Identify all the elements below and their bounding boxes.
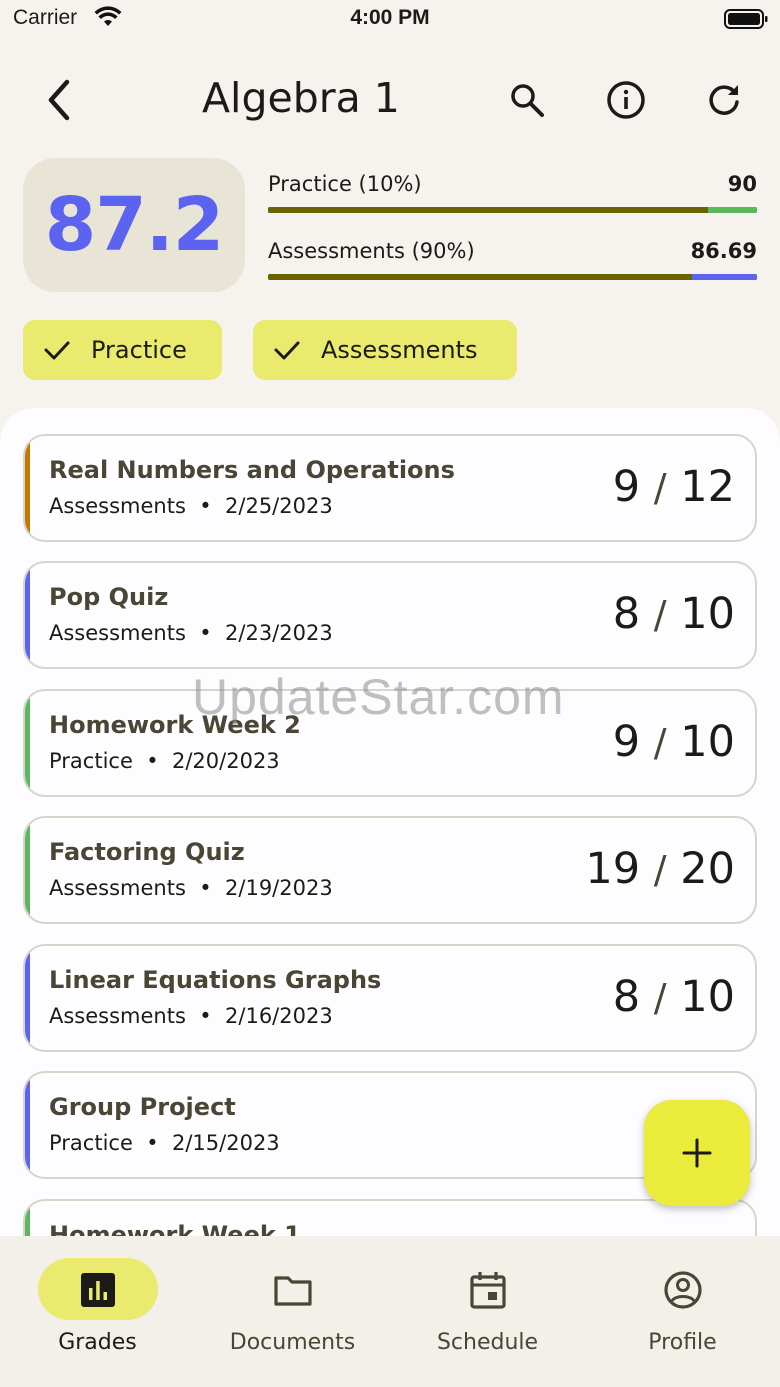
bar-chart-icon (81, 1273, 115, 1307)
grade-title: Factoring Quiz (49, 838, 245, 866)
calendar-icon (470, 1272, 506, 1309)
nav-item-grades[interactable]: Grades (0, 1236, 195, 1387)
info-icon (607, 81, 645, 119)
page-title: Algebra 1 (202, 74, 400, 122)
grade-subtitle: Assessments • 2/16/2023 (49, 1004, 333, 1028)
watermark: UpdateStar.com (192, 669, 565, 725)
category-accent (25, 818, 30, 922)
grade-subtitle: Practice • 2/15/2023 (49, 1131, 280, 1155)
battery-icon (724, 9, 768, 29)
grade-score: 19 / 20 (585, 844, 735, 894)
grade-subtitle: Assessments • 2/23/2023 (49, 621, 333, 645)
grade-item[interactable]: Real Numbers and Operations Assessments … (23, 434, 757, 542)
bottom-navigation: Grades Documents Schedule Profile (0, 1236, 780, 1387)
category-label: Practice (10%) (268, 172, 422, 196)
grade-score: 9 / 10 (612, 717, 735, 767)
filter-chip-assessments[interactable]: Assessments (253, 320, 517, 380)
grade-subtitle: Practice • 2/20/2023 (49, 749, 280, 773)
grade-item[interactable]: Homework Week 1 (23, 1199, 757, 1238)
category-progress-bar (268, 274, 757, 280)
nav-item-documents[interactable]: Documents (195, 1236, 390, 1387)
grade-subtitle: Assessments • 2/25/2023 (49, 494, 333, 518)
grade-item[interactable]: Pop Quiz Assessments • 2/23/2023 8 / 10 (23, 561, 757, 669)
search-icon (511, 84, 544, 117)
filter-chip-label: Practice (91, 336, 187, 364)
category-accent (25, 1201, 30, 1238)
category-value: 86.69 (690, 239, 757, 263)
nav-item-profile[interactable]: Profile (585, 1236, 780, 1387)
category-assessments-row: Assessments (90%) 86.69 (268, 239, 757, 283)
refresh-icon (709, 85, 739, 115)
grade-subtitle: Assessments • 2/19/2023 (49, 876, 333, 900)
refresh-button[interactable] (698, 74, 750, 126)
grade-score: 8 / 10 (612, 589, 735, 639)
category-accent (25, 436, 30, 540)
overall-grade-card: 87.2 (23, 158, 245, 292)
grade-title: Linear Equations Graphs (49, 966, 382, 994)
category-progress-bar (268, 207, 757, 213)
category-accent (25, 1073, 30, 1177)
category-accent (25, 691, 30, 795)
nav-label: Grades (58, 1330, 137, 1355)
status-time: 4:00 PM (350, 6, 430, 29)
add-grade-button[interactable] (644, 1100, 750, 1206)
filter-chip-label: Assessments (321, 336, 478, 364)
check-icon (274, 341, 300, 360)
grade-title: Pop Quiz (49, 583, 169, 611)
nav-label: Profile (648, 1330, 717, 1355)
filter-chip-practice[interactable]: Practice (23, 320, 222, 380)
search-button[interactable] (501, 74, 553, 126)
grade-item[interactable]: Linear Equations Graphs Assessments • 2/… (23, 944, 757, 1052)
category-label: Assessments (90%) (268, 239, 475, 263)
grade-title: Real Numbers and Operations (49, 456, 455, 484)
account-circle-icon (664, 1271, 702, 1309)
folder-icon (274, 1276, 312, 1306)
grade-score: 8 / 10 (612, 972, 735, 1022)
info-button[interactable] (600, 74, 652, 126)
top-app-bar: Algebra 1 (0, 60, 780, 140)
grade-score: 9 / 12 (612, 462, 735, 512)
category-accent (25, 946, 30, 1050)
category-accent (25, 563, 30, 667)
check-icon (44, 341, 70, 360)
nav-label: Schedule (436, 1330, 539, 1355)
category-value: 90 (727, 172, 757, 196)
nav-item-schedule[interactable]: Schedule (390, 1236, 585, 1387)
grade-item[interactable]: Factoring Quiz Assessments • 2/19/2023 1… (23, 816, 757, 924)
back-button[interactable] (34, 76, 82, 124)
plus-icon (682, 1138, 712, 1168)
arrow-back-icon (48, 79, 70, 121)
category-practice-row: Practice (10%) 90 (268, 172, 757, 216)
grade-title: Group Project (49, 1093, 236, 1121)
nav-label: Documents (229, 1330, 356, 1355)
status-bar: Carrier 4:00 PM (0, 0, 780, 40)
overall-grade-value: 87.2 (44, 182, 225, 268)
